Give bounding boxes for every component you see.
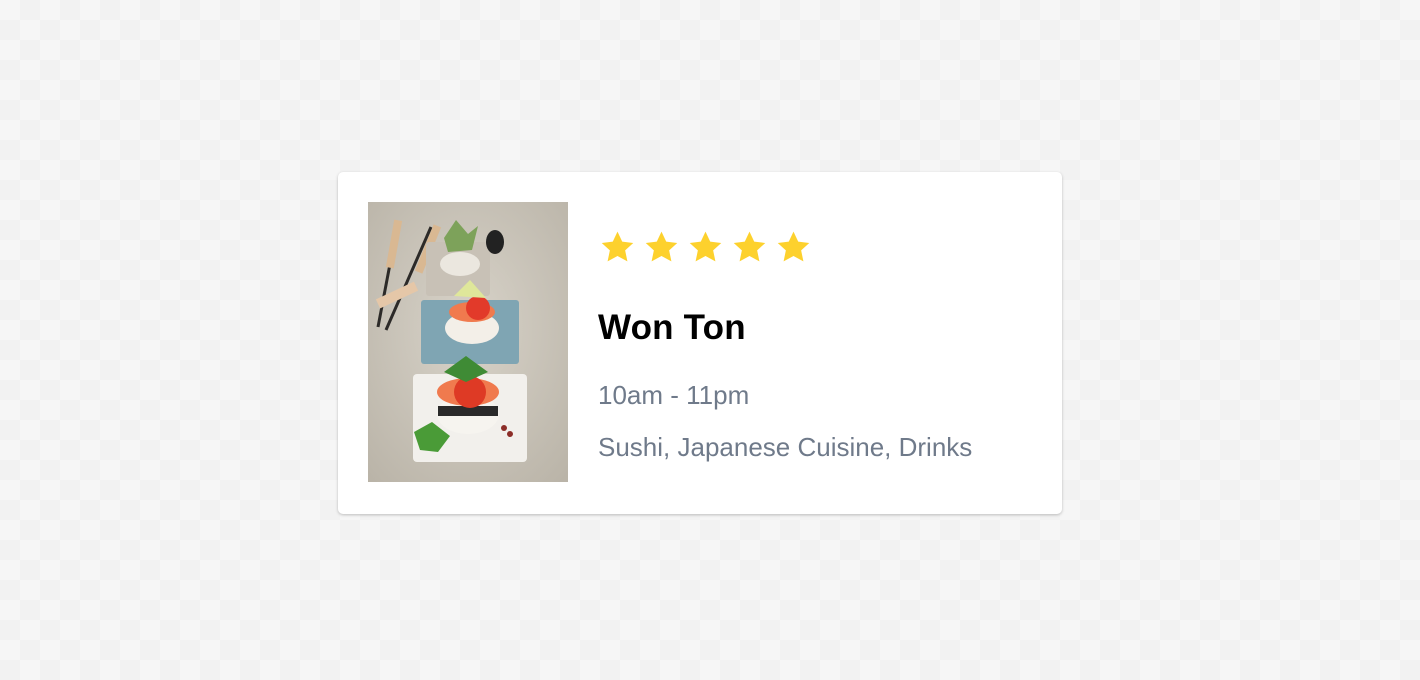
restaurant-info: Won Ton 10am - 11pm Sushi, Japanese Cuis… — [598, 172, 1032, 514]
star-rating — [598, 228, 813, 267]
star-icon — [777, 231, 810, 262]
star-icon — [733, 231, 766, 262]
restaurant-card[interactable]: Won Ton 10am - 11pm Sushi, Japanese Cuis… — [338, 172, 1062, 514]
cuisine-categories: Sushi, Japanese Cuisine, Drinks — [598, 432, 973, 462]
star-icon — [601, 231, 634, 262]
restaurant-name: Won Ton — [598, 308, 746, 347]
star-icon — [689, 231, 722, 262]
opening-hours: 10am - 11pm — [598, 380, 750, 410]
restaurant-photo — [368, 202, 568, 482]
star-icon — [645, 231, 678, 262]
